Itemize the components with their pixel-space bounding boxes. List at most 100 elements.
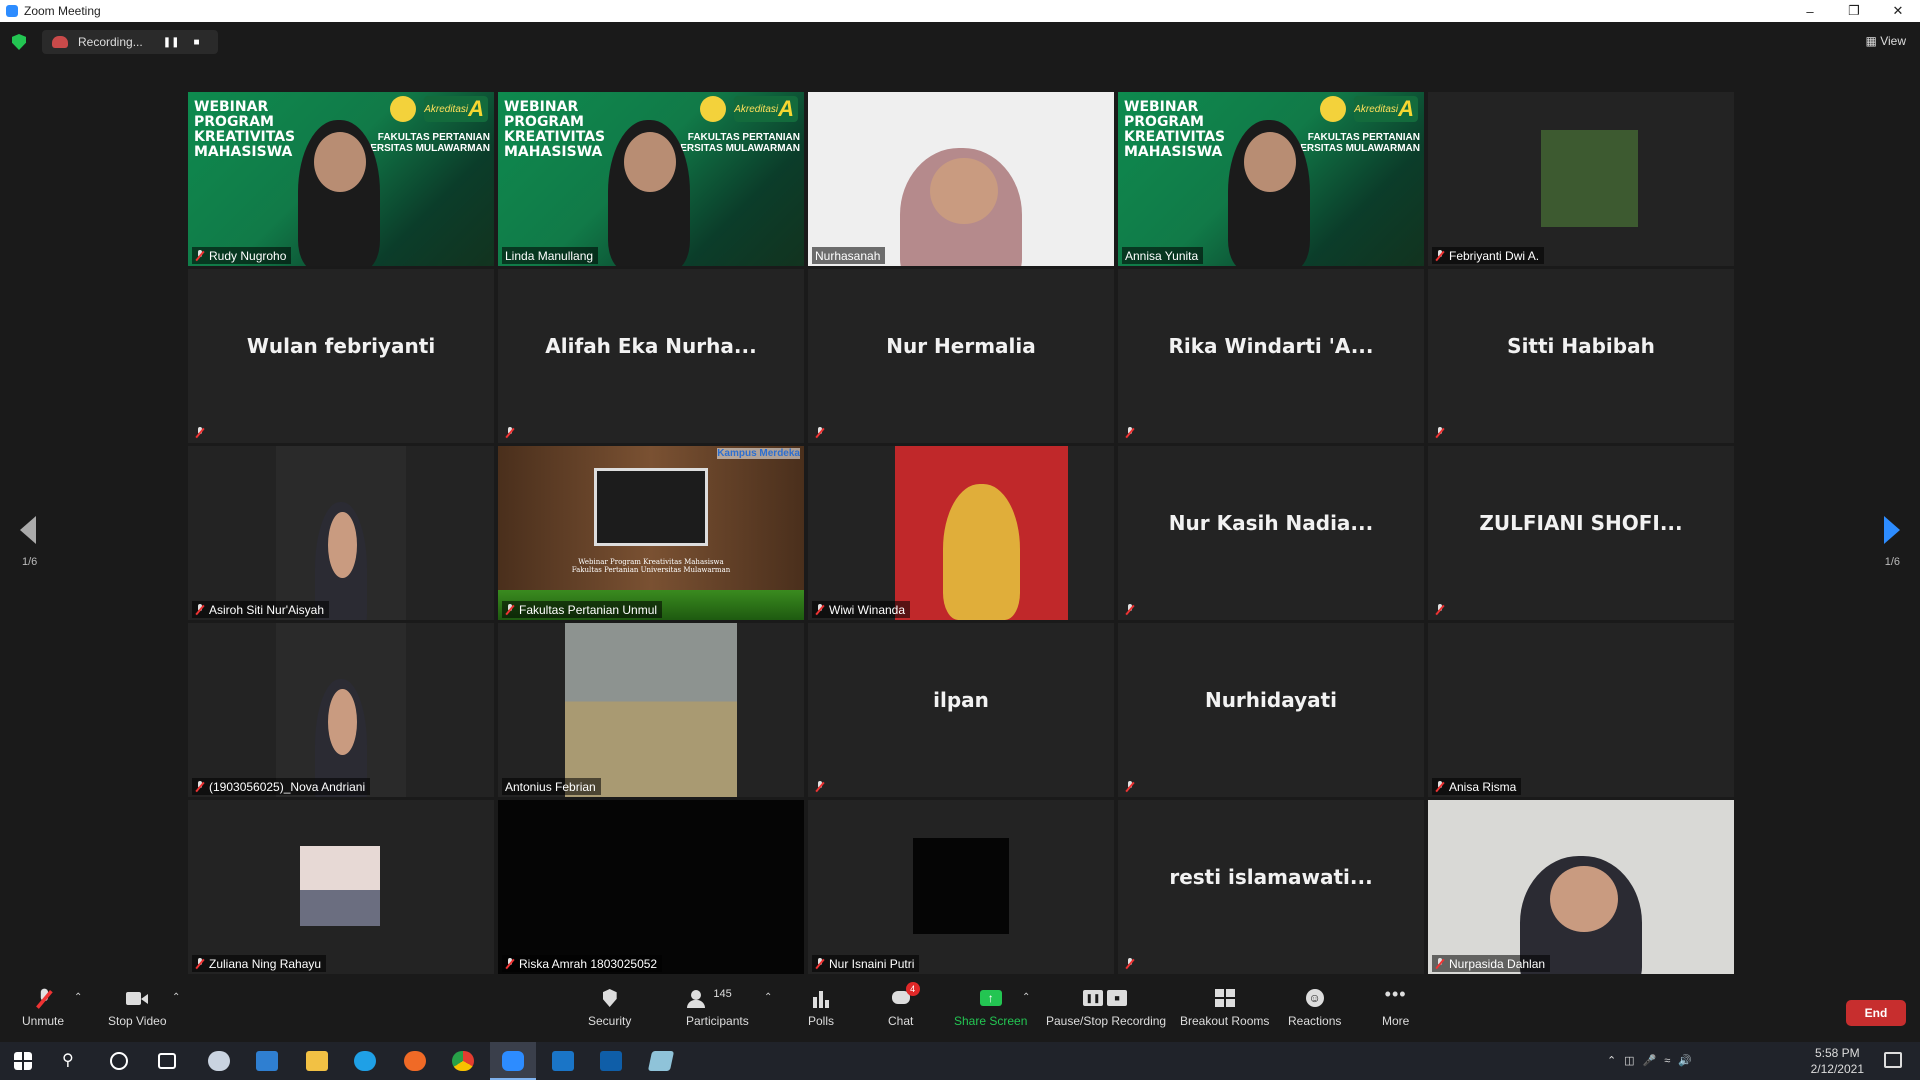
polls-button[interactable]: Polls — [808, 988, 834, 1028]
encryption-shield-icon[interactable] — [12, 34, 26, 50]
end-meeting-button[interactable]: End — [1846, 1000, 1906, 1026]
security-button[interactable]: Security — [588, 988, 631, 1028]
windows-start-icon[interactable] — [14, 1052, 32, 1070]
restore-icon[interactable]: ❐ — [1832, 0, 1876, 22]
participant-name: Nur Isnaini Putri — [829, 956, 915, 971]
firefox-browser-icon[interactable] — [404, 1051, 426, 1071]
participant-tile[interactable]: Wiwi Winanda — [808, 446, 1114, 620]
video-options-caret-icon[interactable]: ⌃ — [172, 992, 180, 1003]
app-window-icon[interactable] — [552, 1051, 574, 1071]
participant-tile[interactable]: Rika Windarti 'A... — [1118, 269, 1424, 443]
participant-name: Febriyanti Dwi A. — [1449, 248, 1540, 263]
participants-button[interactable]: 145 Participants — [686, 988, 749, 1028]
university-logo-icon — [700, 96, 726, 122]
participant-display-name: Nurhidayati — [1204, 688, 1338, 712]
participant-face — [930, 158, 998, 225]
participant-tile[interactable]: Febriyanti Dwi A. — [1428, 92, 1734, 266]
paint-app-icon[interactable] — [208, 1051, 230, 1071]
chat-button[interactable]: 4 Chat — [888, 982, 920, 1028]
participant-display-name: ilpan — [933, 688, 989, 712]
participant-tile[interactable]: resti islamawati... — [1118, 800, 1424, 974]
chat-unread-badge: 4 — [905, 982, 920, 996]
stop-video-button[interactable]: Stop Video — [108, 988, 167, 1028]
participants-caret-icon[interactable]: ⌃ — [764, 992, 772, 1003]
participant-name-label: (1903056025)_Nova Andriani — [192, 778, 371, 795]
participant-name-label: Asiroh Siti Nur'Aisyah — [192, 601, 329, 618]
participant-video — [276, 446, 406, 620]
participant-tile[interactable]: Nurhidayati — [1118, 623, 1424, 797]
muted-mic-icon — [1435, 250, 1444, 261]
view-label: View — [1880, 34, 1906, 48]
zoom-taskbar-active[interactable] — [490, 1042, 536, 1080]
participant-tile[interactable]: Sitti Habibah — [1428, 269, 1734, 443]
participant-tile[interactable]: Kampus Merdeka Webinar Program Kreativita… — [498, 446, 804, 620]
participant-tile[interactable]: Asiroh Siti Nur'Aisyah — [188, 446, 494, 620]
participant-tile[interactable]: Nur Kasih Nadia... — [1118, 446, 1424, 620]
notepad-app-icon[interactable] — [647, 1051, 675, 1071]
windows-taskbar: ⚲ ⌃◫🎤≈🔊 5:58 PM 2/12/2021 — [0, 1042, 1920, 1080]
participant-face — [624, 132, 676, 192]
more-label: More — [1382, 1014, 1410, 1028]
taskbar-clock[interactable]: 5:58 PM 2/12/2021 — [1811, 1042, 1864, 1080]
participant-tile[interactable]: WEBINAR PROGRAM KREATIVITAS MAHASISWA Akr… — [1118, 92, 1424, 266]
window-title: Zoom Meeting — [24, 4, 101, 18]
participant-photo-figure — [943, 484, 1020, 620]
participant-tile[interactable]: WEBINAR PROGRAM KREATIVITAS MAHASISWA Akr… — [498, 92, 804, 266]
system-tray-icons[interactable]: ⌃◫🎤≈🔊 — [1607, 1054, 1700, 1067]
participant-tile[interactable]: Nurpasida Dahlan — [1428, 800, 1734, 974]
view-button[interactable]: ▦ View — [1866, 34, 1906, 48]
unmute-button[interactable]: Unmute — [22, 988, 64, 1028]
participant-video — [276, 623, 406, 797]
muted-mic-icon — [1435, 604, 1444, 615]
participant-tile[interactable]: Nur Isnaini Putri — [808, 800, 1114, 974]
share-screen-label: Share Screen — [954, 1014, 1028, 1028]
minimize-icon[interactable]: – — [1788, 0, 1832, 22]
participant-name-label: Anisa Risma — [1432, 778, 1522, 795]
reactions-button[interactable]: ☺ Reactions — [1288, 988, 1341, 1028]
window-titlebar: Zoom Meeting – ❐ ✕ — [0, 0, 1920, 22]
muted-mic-icon — [195, 781, 204, 792]
participant-tile[interactable]: (1903056025)_Nova Andriani — [188, 623, 494, 797]
participant-tile[interactable]: Anisa Risma — [1428, 623, 1734, 797]
audio-options-caret-icon[interactable]: ⌃ — [74, 992, 82, 1003]
cortana-icon[interactable] — [110, 1052, 128, 1070]
participant-tile[interactable]: Wulan febriyanti — [188, 269, 494, 443]
participant-name-label — [1122, 424, 1144, 441]
participant-tile[interactable]: ilpan — [808, 623, 1114, 797]
participant-tile[interactable]: Riska Amrah 1803025052 — [498, 800, 804, 974]
participant-tile[interactable]: Antonius Febrian — [498, 623, 804, 797]
breakout-rooms-button[interactable]: Breakout Rooms — [1180, 988, 1269, 1028]
pause-recording-icon[interactable]: ❚❚ — [163, 37, 180, 48]
share-screen-button[interactable]: ↑ Share Screen — [954, 988, 1027, 1028]
participant-name: Annisa Yunita — [1125, 248, 1199, 263]
participant-tile[interactable]: Zuliana Ning Rahayu — [188, 800, 494, 974]
participant-tile[interactable]: ZULFIANI SHOFI... — [1428, 446, 1734, 620]
participant-name-label — [1122, 955, 1144, 972]
share-options-caret-icon[interactable]: ⌃ — [1022, 992, 1030, 1003]
file-explorer-icon[interactable] — [306, 1051, 328, 1071]
muted-mic-icon — [1125, 781, 1134, 792]
participant-tile[interactable]: WEBINAR PROGRAM KREATIVITAS MAHASISWA Akr… — [188, 92, 494, 266]
muted-mic-icon — [505, 604, 514, 615]
photos-app-icon[interactable] — [600, 1051, 622, 1071]
participant-tile[interactable]: Nurhasanah — [808, 92, 1114, 266]
next-page-arrow-icon[interactable] — [1884, 516, 1900, 544]
prev-page-arrow-icon[interactable] — [20, 516, 36, 544]
participant-tile[interactable]: Alifah Eka Nurha... — [498, 269, 804, 443]
close-icon[interactable]: ✕ — [1876, 0, 1920, 22]
page-indicator-right: 1/6 — [1884, 556, 1900, 568]
edge-browser-icon[interactable] — [354, 1051, 376, 1071]
university-logo-icon — [1320, 96, 1346, 122]
pause-stop-recording-button[interactable]: ❚❚ ■ Pause/Stop Recording — [1046, 988, 1166, 1028]
chrome-browser-icon[interactable] — [452, 1051, 474, 1071]
participants-count: 145 — [713, 988, 732, 1000]
participant-tile[interactable]: Nur Hermalia — [808, 269, 1114, 443]
search-icon[interactable]: ⚲ — [62, 1052, 80, 1072]
stop-recording-icon[interactable]: ■ — [193, 37, 199, 48]
security-shield-icon — [599, 988, 621, 1008]
task-view-icon[interactable] — [158, 1053, 176, 1069]
more-button[interactable]: ••• More — [1382, 984, 1410, 1028]
notification-center-icon[interactable] — [1884, 1052, 1902, 1068]
mail-app-icon[interactable] — [256, 1051, 278, 1071]
pause-stop-recording-label: Pause/Stop Recording — [1046, 1014, 1167, 1028]
